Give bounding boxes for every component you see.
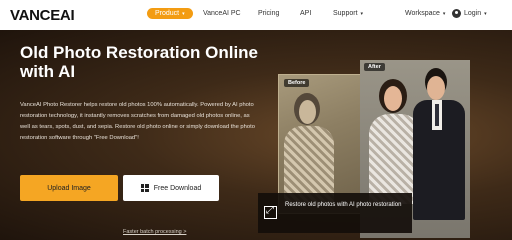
windows-icon [140, 184, 149, 192]
after-photo-woman-face [384, 86, 402, 111]
upload-image-label: Upload Image [47, 184, 91, 192]
showcase-caption: Restore old photos with AI photo restora… [285, 202, 402, 208]
nav-item-label: API [300, 10, 312, 17]
user-icon [452, 9, 461, 18]
after-photo-man-face [427, 76, 445, 100]
top-navbar: VANCEAI Product ▾ VanceAI PC Pricing API… [0, 0, 512, 30]
logo-text-ai: AI [59, 7, 75, 24]
nav-item-support[interactable]: Support ▾ [333, 10, 363, 17]
after-label: After [364, 63, 385, 71]
nav-item-label: Workspace [405, 10, 440, 17]
nav-item-label: Pricing [258, 10, 280, 17]
nav-item-api[interactable]: API [300, 10, 311, 17]
before-photo-face [299, 100, 316, 124]
nav-item-vanceai-pc[interactable]: VanceAI PC [203, 10, 241, 17]
expand-icon[interactable] [264, 205, 277, 219]
login-button[interactable]: Login ▾ [452, 9, 487, 18]
nav-item-label: VanceAI PC [203, 10, 241, 17]
nav-item-pricing[interactable]: Pricing [258, 10, 279, 17]
chevron-down-icon: ▾ [484, 10, 487, 17]
nav-item-label: Support [333, 10, 358, 17]
before-label: Before [284, 79, 310, 87]
nav-item-product[interactable]: Product ▾ [147, 8, 193, 19]
free-download-button[interactable]: Free Download [123, 175, 219, 201]
vanceai-logo[interactable]: VANCEAI [10, 7, 75, 24]
upload-image-button[interactable]: Upload Image [20, 175, 118, 201]
batch-processing-link[interactable]: Faster batch processing > [123, 229, 186, 235]
nav-item-workspace[interactable]: Workspace ▾ [405, 10, 445, 17]
after-photo-man-tie [435, 104, 439, 126]
chevron-down-icon: ▾ [442, 10, 446, 17]
chevron-down-icon: ▾ [182, 10, 185, 17]
hero-description: VanceAI Photo Restorer helps restore old… [20, 102, 255, 141]
showcase-caption-box[interactable] [258, 193, 412, 233]
login-label: Login [464, 10, 482, 17]
chevron-down-icon: ▾ [360, 10, 364, 17]
free-download-label: Free Download [153, 184, 202, 192]
page-title: Old Photo Restoration Online with AI [20, 43, 258, 81]
nav-item-label: Product [155, 10, 180, 17]
logo-text-vance: VANCE [10, 7, 60, 24]
